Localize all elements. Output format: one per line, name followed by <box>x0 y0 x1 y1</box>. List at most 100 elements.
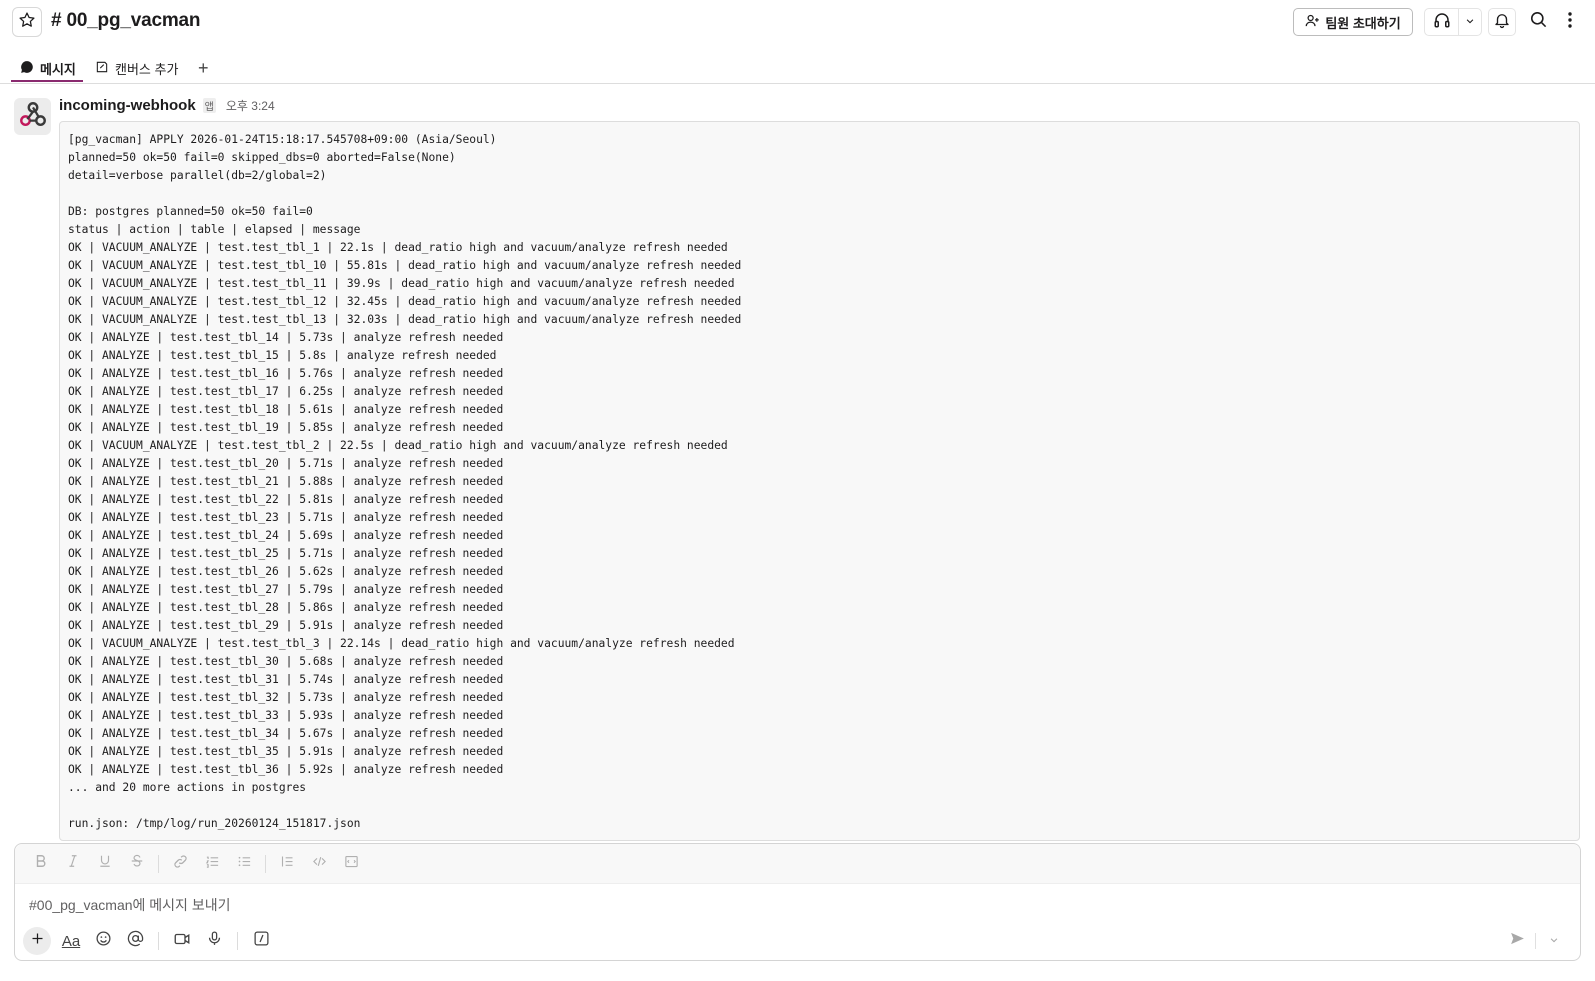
channel-title[interactable]: # 00_pg_vacman <box>51 10 200 32</box>
bold-button[interactable] <box>27 850 55 878</box>
code-button[interactable] <box>305 850 333 878</box>
composer-divider <box>237 932 238 950</box>
bulleted-list-button[interactable] <box>230 850 258 878</box>
headphones-icon <box>1433 11 1451 34</box>
code-line: OK | ANALYZE | test.test_tbl_34 | 5.67s … <box>68 727 504 740</box>
code-line: OK | ANALYZE | test.test_tbl_17 | 6.25s … <box>68 385 504 398</box>
huddle-button[interactable] <box>1425 9 1459 35</box>
tab-messages-label: 메시지 <box>40 61 76 77</box>
app-badge: 앱 <box>202 98 216 113</box>
link-icon <box>173 854 188 874</box>
composer-divider <box>158 932 159 950</box>
code-line: OK | ANALYZE | test.test_tbl_29 | 5.91s … <box>68 619 504 632</box>
star-icon <box>18 11 36 34</box>
code-line: detail=verbose parallel(db=2/global=2) <box>68 169 327 182</box>
mention-button[interactable] <box>121 927 149 955</box>
video-icon <box>173 930 191 953</box>
canvas-icon <box>95 60 109 77</box>
code-line: OK | ANALYZE | test.test_tbl_26 | 5.62s … <box>68 565 504 578</box>
avatar[interactable] <box>14 98 51 135</box>
code-line: OK | VACUUM_ANALYZE | test.test_tbl_11 |… <box>68 277 735 290</box>
code-line: OK | ANALYZE | test.test_tbl_19 | 5.85s … <box>68 421 504 434</box>
message-timestamp[interactable]: 오후 3:24 <box>226 97 275 114</box>
tab-add-canvas[interactable]: 캔버스 추가 <box>95 56 178 80</box>
code-line: OK | ANALYZE | test.test_tbl_15 | 5.8s |… <box>68 349 497 362</box>
huddle-button-group <box>1424 8 1482 36</box>
schedule-send-button[interactable] <box>1540 927 1568 955</box>
emoji-button[interactable] <box>89 927 117 955</box>
chevron-down-icon <box>1465 13 1475 31</box>
shortcuts-button[interactable] <box>247 927 275 955</box>
code-line: OK | VACUUM_ANALYZE | test.test_tbl_3 | … <box>68 637 735 650</box>
code-line: OK | ANALYZE | test.test_tbl_30 | 5.68s … <box>68 655 504 668</box>
more-options-button[interactable] <box>1560 8 1580 36</box>
code-line: run.json: /tmp/log/run_20260124_151817.j… <box>68 817 361 830</box>
webhook-icon <box>18 99 48 134</box>
bold-icon <box>34 854 48 873</box>
attach-button[interactable] <box>23 927 51 955</box>
message-composer: #00_pg_vacman에 메시지 보내기 Aa <box>14 843 1581 961</box>
ordered-list-icon <box>205 854 220 874</box>
at-sign-icon <box>127 930 144 952</box>
code-line: OK | ANALYZE | test.test_tbl_28 | 5.86s … <box>68 601 504 614</box>
underline-icon <box>98 854 112 873</box>
channel-header: # 00_pg_vacman 팀원 초대하기 <box>0 0 1595 44</box>
search-icon <box>1529 10 1548 34</box>
invite-members-button[interactable]: 팀원 초대하기 <box>1293 8 1413 36</box>
code-line: OK | ANALYZE | test.test_tbl_22 | 5.81s … <box>68 493 504 506</box>
send-divider <box>1535 933 1536 949</box>
code-line: OK | VACUUM_ANALYZE | test.test_tbl_2 | … <box>68 439 728 452</box>
code-line: OK | ANALYZE | test.test_tbl_23 | 5.71s … <box>68 511 504 524</box>
more-vertical-icon <box>1567 11 1573 34</box>
send-button[interactable] <box>1503 927 1531 955</box>
code-line: OK | ANALYZE | test.test_tbl_36 | 5.92s … <box>68 763 504 776</box>
plus-icon <box>30 931 45 951</box>
sender-name[interactable]: incoming-webhook <box>59 97 196 114</box>
active-tab-indicator <box>11 80 83 82</box>
code-line: DB: postgres planned=50 ok=50 fail=0 <box>68 205 313 218</box>
tab-messages[interactable]: 메시지 <box>20 56 76 80</box>
message-input[interactable]: #00_pg_vacman에 메시지 보내기 <box>29 895 230 915</box>
link-button[interactable] <box>166 850 194 878</box>
emoji-icon <box>95 930 112 952</box>
blockquote-button[interactable] <box>273 850 301 878</box>
code-line: OK | ANALYZE | test.test_tbl_32 | 5.73s … <box>68 691 504 704</box>
microphone-icon <box>206 930 223 952</box>
code-line: OK | VACUUM_ANALYZE | test.test_tbl_1 | … <box>68 241 728 254</box>
huddle-options-button[interactable] <box>1459 9 1481 35</box>
code-line: OK | ANALYZE | test.test_tbl_35 | 5.91s … <box>68 745 504 758</box>
code-line: OK | ANALYZE | test.test_tbl_21 | 5.88s … <box>68 475 504 488</box>
code-line: OK | ANALYZE | test.test_tbl_25 | 5.71s … <box>68 547 504 560</box>
tab-add-canvas-label: 캔버스 추가 <box>115 61 179 77</box>
italic-button[interactable] <box>59 850 87 878</box>
slash-command-icon <box>253 930 270 952</box>
audio-clip-button[interactable] <box>200 927 228 955</box>
chevron-down-icon <box>1549 932 1559 950</box>
toolbar-divider <box>158 854 159 873</box>
search-button[interactable] <box>1524 8 1552 36</box>
italic-icon <box>66 854 80 873</box>
invite-members-label: 팀원 초대하기 <box>1325 15 1401 31</box>
ordered-list-button[interactable] <box>198 850 226 878</box>
code-block-icon <box>344 854 359 874</box>
code-line: status | action | table | elapsed | mess… <box>68 223 361 236</box>
star-button[interactable] <box>12 7 42 37</box>
send-icon <box>1509 930 1526 952</box>
bell-icon <box>1493 11 1511 34</box>
video-clip-button[interactable] <box>168 927 196 955</box>
notifications-button[interactable] <box>1488 8 1516 36</box>
add-user-icon <box>1305 13 1320 31</box>
code-line: OK | ANALYZE | test.test_tbl_16 | 5.76s … <box>68 367 504 380</box>
code-line: OK | VACUUM_ANALYZE | test.test_tbl_12 |… <box>68 295 742 308</box>
code-line: planned=50 ok=50 fail=0 skipped_dbs=0 ab… <box>68 151 456 164</box>
message-bubble-icon <box>20 60 34 77</box>
strikethrough-button[interactable] <box>123 850 151 878</box>
underline-button[interactable] <box>91 850 119 878</box>
code-line: ... and 20 more actions in postgres <box>68 781 307 794</box>
formatting-toolbar <box>15 844 1580 884</box>
code-line: OK | ANALYZE | test.test_tbl_18 | 5.61s … <box>68 403 504 416</box>
code-block-button[interactable] <box>337 850 365 878</box>
formatting-toggle-button[interactable]: Aa <box>57 927 85 955</box>
add-tab-button[interactable]: + <box>198 56 209 80</box>
